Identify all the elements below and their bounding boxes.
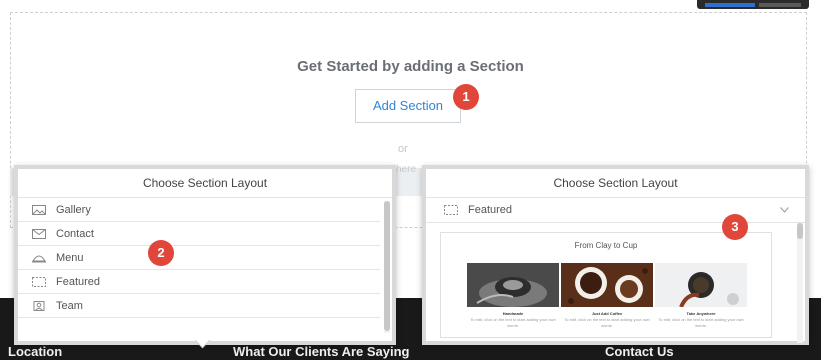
dashed-box-icon xyxy=(32,276,46,287)
layout-item-label: Gallery xyxy=(56,203,91,216)
or-divider-text: or xyxy=(398,143,408,155)
step-badge-1: 1 xyxy=(453,84,479,110)
feature-text: To edit, click on the text to start addi… xyxy=(470,317,556,328)
toolbar-segment[interactable] xyxy=(759,3,801,7)
preview-photo-handmade xyxy=(467,263,559,307)
add-section-button[interactable]: Add Section xyxy=(355,89,461,123)
section-layout-title: Choose Section Layout xyxy=(18,169,392,198)
here-text: here xyxy=(396,164,417,175)
footer-heading-clients: What Our Clients Are Saying xyxy=(233,344,410,359)
preview-scrollbar[interactable] xyxy=(797,223,803,343)
layout-item-team[interactable]: Team xyxy=(18,294,380,318)
feature-title: Take Anywhere xyxy=(686,311,716,316)
featured-layout-preview[interactable]: From Clay to Cup Handmade Just Add Coffe… xyxy=(440,232,772,338)
scrollbar-thumb[interactable] xyxy=(384,201,390,331)
featured-preview-panel: Choose Section Layout Featured From Clay… xyxy=(422,165,809,345)
layout-item-label: Menu xyxy=(56,251,84,264)
top-toolbar-widget[interactable] xyxy=(697,0,809,9)
feature-title: Just Add Coffee xyxy=(591,311,623,316)
image-icon xyxy=(32,204,46,215)
layout-list-scrollbar[interactable] xyxy=(384,201,390,333)
section-layout-panel: Choose Section Layout Gallery Contact Me… xyxy=(14,165,396,345)
dashed-box-icon xyxy=(444,205,458,215)
preview-photo-coffee xyxy=(561,263,653,307)
layout-item-contact[interactable]: Contact xyxy=(18,222,380,246)
layout-item-featured[interactable]: Featured xyxy=(18,270,380,294)
layout-item-label: Team xyxy=(56,299,83,312)
scrollbar-thumb[interactable] xyxy=(797,223,803,239)
envelope-icon xyxy=(32,228,46,239)
get-started-headline: Get Started by adding a Section xyxy=(297,58,524,75)
layout-item-menu[interactable]: Menu xyxy=(18,246,380,270)
cloche-icon xyxy=(32,255,46,262)
person-card-icon xyxy=(33,300,45,311)
dropdown-selected-value: Featured xyxy=(468,204,513,216)
footer-heading-location: Location xyxy=(8,344,63,359)
chevron-down-icon[interactable] xyxy=(780,207,789,213)
footer-heading-contact: Contact Us xyxy=(605,344,674,359)
feature-text: To edit, click on the text to start addi… xyxy=(658,317,744,328)
step-badge-2: 2 xyxy=(148,240,174,266)
preview-heading: From Clay to Cup xyxy=(574,241,638,250)
preview-panel-title: Choose Section Layout xyxy=(426,169,805,198)
layout-item-label: Contact xyxy=(56,227,94,240)
layout-item-label: Featured xyxy=(56,275,101,288)
toolbar-segment-active[interactable] xyxy=(705,3,755,7)
feature-text: To edit, click on the text to start addi… xyxy=(564,317,650,328)
layout-item-gallery[interactable]: Gallery xyxy=(18,198,380,222)
feature-title: Handmade xyxy=(502,311,524,316)
layout-dropdown[interactable]: Featured xyxy=(426,198,805,223)
step-badge-3: 3 xyxy=(722,214,748,240)
preview-photo-takeaway xyxy=(655,263,747,307)
